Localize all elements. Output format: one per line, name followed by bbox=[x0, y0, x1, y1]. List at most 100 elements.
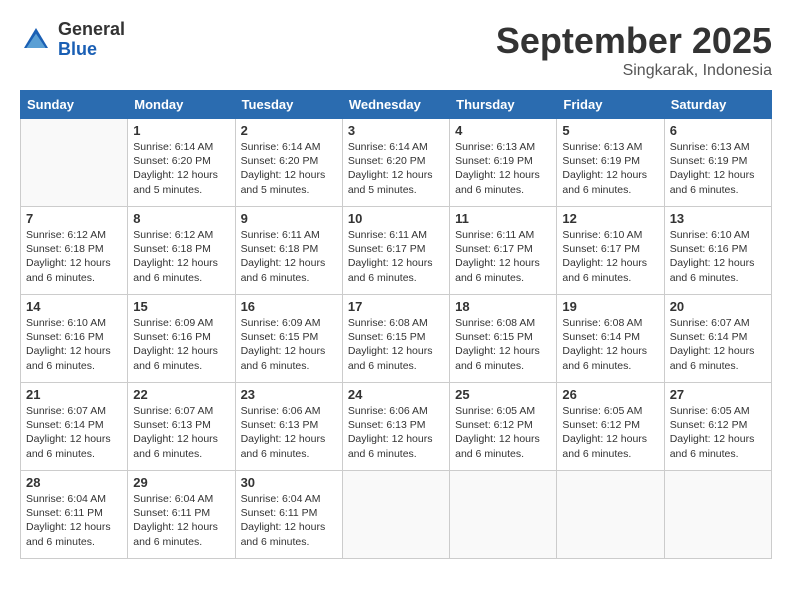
calendar-cell: 30 Sunrise: 6:04 AMSunset: 6:11 PMDaylig… bbox=[235, 471, 342, 559]
calendar-week-row: 7 Sunrise: 6:12 AMSunset: 6:18 PMDayligh… bbox=[21, 207, 772, 295]
day-info: Sunrise: 6:04 AMSunset: 6:11 PMDaylight:… bbox=[241, 493, 326, 548]
day-info: Sunrise: 6:11 AMSunset: 6:17 PMDaylight:… bbox=[348, 229, 433, 284]
day-info: Sunrise: 6:04 AMSunset: 6:11 PMDaylight:… bbox=[133, 493, 218, 548]
weekday-header-sunday: Sunday bbox=[21, 91, 128, 119]
calendar-cell bbox=[342, 471, 449, 559]
day-info: Sunrise: 6:10 AMSunset: 6:16 PMDaylight:… bbox=[26, 317, 111, 372]
calendar-cell: 20 Sunrise: 6:07 AMSunset: 6:14 PMDaylig… bbox=[664, 295, 771, 383]
calendar-cell: 6 Sunrise: 6:13 AMSunset: 6:19 PMDayligh… bbox=[664, 119, 771, 207]
calendar-cell: 24 Sunrise: 6:06 AMSunset: 6:13 PMDaylig… bbox=[342, 383, 449, 471]
day-number: 10 bbox=[348, 211, 444, 226]
day-info: Sunrise: 6:05 AMSunset: 6:12 PMDaylight:… bbox=[562, 405, 647, 460]
calendar-cell bbox=[450, 471, 557, 559]
day-number: 14 bbox=[26, 299, 122, 314]
day-info: Sunrise: 6:14 AMSunset: 6:20 PMDaylight:… bbox=[241, 141, 326, 196]
day-number: 24 bbox=[348, 387, 444, 402]
calendar-cell: 25 Sunrise: 6:05 AMSunset: 6:12 PMDaylig… bbox=[450, 383, 557, 471]
day-info: Sunrise: 6:13 AMSunset: 6:19 PMDaylight:… bbox=[455, 141, 540, 196]
weekday-header-thursday: Thursday bbox=[450, 91, 557, 119]
calendar-week-row: 14 Sunrise: 6:10 AMSunset: 6:16 PMDaylig… bbox=[21, 295, 772, 383]
day-number: 27 bbox=[670, 387, 766, 402]
calendar-cell bbox=[664, 471, 771, 559]
day-number: 2 bbox=[241, 123, 337, 138]
calendar-cell: 22 Sunrise: 6:07 AMSunset: 6:13 PMDaylig… bbox=[128, 383, 235, 471]
calendar-cell: 19 Sunrise: 6:08 AMSunset: 6:14 PMDaylig… bbox=[557, 295, 664, 383]
day-info: Sunrise: 6:07 AMSunset: 6:14 PMDaylight:… bbox=[670, 317, 755, 372]
day-number: 5 bbox=[562, 123, 658, 138]
logo-text: General Blue bbox=[58, 20, 125, 60]
day-number: 30 bbox=[241, 475, 337, 490]
day-number: 3 bbox=[348, 123, 444, 138]
day-info: Sunrise: 6:07 AMSunset: 6:14 PMDaylight:… bbox=[26, 405, 111, 460]
day-number: 15 bbox=[133, 299, 229, 314]
title-block: September 2025 Singkarak, Indonesia bbox=[496, 20, 772, 80]
day-number: 11 bbox=[455, 211, 551, 226]
calendar-cell: 8 Sunrise: 6:12 AMSunset: 6:18 PMDayligh… bbox=[128, 207, 235, 295]
calendar-cell: 4 Sunrise: 6:13 AMSunset: 6:19 PMDayligh… bbox=[450, 119, 557, 207]
calendar-cell: 9 Sunrise: 6:11 AMSunset: 6:18 PMDayligh… bbox=[235, 207, 342, 295]
day-info: Sunrise: 6:11 AMSunset: 6:17 PMDaylight:… bbox=[455, 229, 540, 284]
calendar-cell: 2 Sunrise: 6:14 AMSunset: 6:20 PMDayligh… bbox=[235, 119, 342, 207]
day-info: Sunrise: 6:08 AMSunset: 6:14 PMDaylight:… bbox=[562, 317, 647, 372]
weekday-header-wednesday: Wednesday bbox=[342, 91, 449, 119]
day-number: 8 bbox=[133, 211, 229, 226]
day-info: Sunrise: 6:14 AMSunset: 6:20 PMDaylight:… bbox=[133, 141, 218, 196]
day-info: Sunrise: 6:06 AMSunset: 6:13 PMDaylight:… bbox=[241, 405, 326, 460]
day-number: 1 bbox=[133, 123, 229, 138]
day-info: Sunrise: 6:06 AMSunset: 6:13 PMDaylight:… bbox=[348, 405, 433, 460]
day-number: 18 bbox=[455, 299, 551, 314]
calendar-cell: 17 Sunrise: 6:08 AMSunset: 6:15 PMDaylig… bbox=[342, 295, 449, 383]
day-info: Sunrise: 6:13 AMSunset: 6:19 PMDaylight:… bbox=[670, 141, 755, 196]
calendar-cell: 15 Sunrise: 6:09 AMSunset: 6:16 PMDaylig… bbox=[128, 295, 235, 383]
calendar-week-row: 28 Sunrise: 6:04 AMSunset: 6:11 PMDaylig… bbox=[21, 471, 772, 559]
calendar-cell: 27 Sunrise: 6:05 AMSunset: 6:12 PMDaylig… bbox=[664, 383, 771, 471]
day-number: 22 bbox=[133, 387, 229, 402]
logo: General Blue bbox=[20, 20, 125, 60]
calendar-cell: 5 Sunrise: 6:13 AMSunset: 6:19 PMDayligh… bbox=[557, 119, 664, 207]
day-number: 23 bbox=[241, 387, 337, 402]
calendar-cell: 14 Sunrise: 6:10 AMSunset: 6:16 PMDaylig… bbox=[21, 295, 128, 383]
calendar-cell: 16 Sunrise: 6:09 AMSunset: 6:15 PMDaylig… bbox=[235, 295, 342, 383]
day-info: Sunrise: 6:08 AMSunset: 6:15 PMDaylight:… bbox=[455, 317, 540, 372]
location: Singkarak, Indonesia bbox=[496, 62, 772, 80]
calendar-cell: 23 Sunrise: 6:06 AMSunset: 6:13 PMDaylig… bbox=[235, 383, 342, 471]
page-header: General Blue September 2025 Singkarak, I… bbox=[20, 20, 772, 80]
day-number: 12 bbox=[562, 211, 658, 226]
calendar-cell: 18 Sunrise: 6:08 AMSunset: 6:15 PMDaylig… bbox=[450, 295, 557, 383]
day-info: Sunrise: 6:12 AMSunset: 6:18 PMDaylight:… bbox=[133, 229, 218, 284]
calendar-cell: 7 Sunrise: 6:12 AMSunset: 6:18 PMDayligh… bbox=[21, 207, 128, 295]
day-info: Sunrise: 6:05 AMSunset: 6:12 PMDaylight:… bbox=[455, 405, 540, 460]
day-info: Sunrise: 6:14 AMSunset: 6:20 PMDaylight:… bbox=[348, 141, 433, 196]
day-number: 28 bbox=[26, 475, 122, 490]
day-number: 13 bbox=[670, 211, 766, 226]
calendar-cell bbox=[557, 471, 664, 559]
calendar-cell: 29 Sunrise: 6:04 AMSunset: 6:11 PMDaylig… bbox=[128, 471, 235, 559]
day-info: Sunrise: 6:04 AMSunset: 6:11 PMDaylight:… bbox=[26, 493, 111, 548]
day-number: 20 bbox=[670, 299, 766, 314]
calendar-week-row: 1 Sunrise: 6:14 AMSunset: 6:20 PMDayligh… bbox=[21, 119, 772, 207]
calendar-table: SundayMondayTuesdayWednesdayThursdayFrid… bbox=[20, 90, 772, 559]
day-number: 7 bbox=[26, 211, 122, 226]
day-number: 6 bbox=[670, 123, 766, 138]
day-info: Sunrise: 6:10 AMSunset: 6:16 PMDaylight:… bbox=[670, 229, 755, 284]
month-title: September 2025 bbox=[496, 20, 772, 62]
weekday-header-monday: Monday bbox=[128, 91, 235, 119]
day-number: 19 bbox=[562, 299, 658, 314]
weekday-header-tuesday: Tuesday bbox=[235, 91, 342, 119]
day-info: Sunrise: 6:09 AMSunset: 6:15 PMDaylight:… bbox=[241, 317, 326, 372]
day-info: Sunrise: 6:11 AMSunset: 6:18 PMDaylight:… bbox=[241, 229, 326, 284]
calendar-cell: 12 Sunrise: 6:10 AMSunset: 6:17 PMDaylig… bbox=[557, 207, 664, 295]
day-info: Sunrise: 6:09 AMSunset: 6:16 PMDaylight:… bbox=[133, 317, 218, 372]
weekday-header-row: SundayMondayTuesdayWednesdayThursdayFrid… bbox=[21, 91, 772, 119]
day-info: Sunrise: 6:05 AMSunset: 6:12 PMDaylight:… bbox=[670, 405, 755, 460]
day-info: Sunrise: 6:08 AMSunset: 6:15 PMDaylight:… bbox=[348, 317, 433, 372]
calendar-week-row: 21 Sunrise: 6:07 AMSunset: 6:14 PMDaylig… bbox=[21, 383, 772, 471]
calendar-cell: 3 Sunrise: 6:14 AMSunset: 6:20 PMDayligh… bbox=[342, 119, 449, 207]
weekday-header-friday: Friday bbox=[557, 91, 664, 119]
weekday-header-saturday: Saturday bbox=[664, 91, 771, 119]
calendar-cell: 1 Sunrise: 6:14 AMSunset: 6:20 PMDayligh… bbox=[128, 119, 235, 207]
day-number: 21 bbox=[26, 387, 122, 402]
day-number: 26 bbox=[562, 387, 658, 402]
day-info: Sunrise: 6:12 AMSunset: 6:18 PMDaylight:… bbox=[26, 229, 111, 284]
day-number: 9 bbox=[241, 211, 337, 226]
